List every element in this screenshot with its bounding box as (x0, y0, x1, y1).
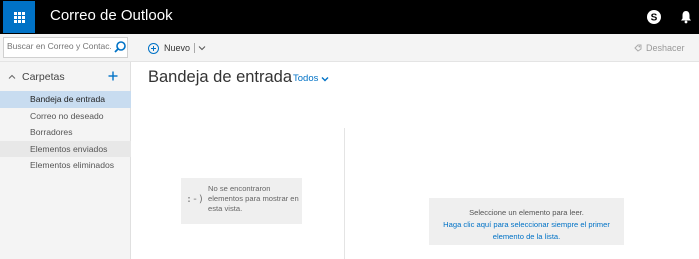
svg-text:S: S (651, 13, 658, 24)
new-message-label: Nuevo (164, 43, 191, 53)
bell-icon (681, 11, 691, 24)
smiley-icon: :-) (186, 194, 205, 205)
skype-icon: S (647, 10, 661, 24)
folder-item-drafts[interactable]: Borradores (0, 124, 131, 141)
filter-label: Todos (293, 73, 319, 84)
search-icon[interactable] (113, 40, 127, 54)
folder-item-sent[interactable]: Elementos enviados (0, 140, 131, 157)
command-bar: Nuevo Deshacer (0, 34, 699, 62)
notifications-button[interactable] (677, 8, 695, 26)
folder-item-inbox[interactable]: Bandeja de entrada (0, 91, 131, 108)
folders-title: Carpetas (22, 71, 65, 83)
folder-pane: Carpetas Bandeja de entrada Correo no de… (0, 62, 131, 259)
top-bar: Correo de Outlook S (0, 0, 699, 34)
search-input[interactable] (7, 41, 111, 51)
folder-item-junk[interactable]: Correo no deseado (0, 108, 131, 125)
search-box[interactable] (3, 37, 128, 58)
chevron-down-icon[interactable] (198, 44, 206, 52)
chevron-down-icon (321, 76, 329, 81)
page-title: Bandeja de entrada (148, 68, 293, 86)
add-folder-icon[interactable] (107, 70, 119, 82)
reading-pane-message: Seleccione un elemento para leer. Haga c… (429, 198, 624, 245)
app-launcher-button[interactable] (3, 1, 35, 33)
plus-circle-icon (148, 42, 159, 54)
separator (194, 43, 196, 53)
undo-button[interactable]: Deshacer (633, 41, 685, 55)
empty-list-message: :-) No se encontraron elementos para mos… (181, 178, 302, 224)
empty-list-text: No se encontraron elementos para mostrar… (208, 184, 299, 213)
undo-label: Deshacer (646, 43, 685, 53)
undo-icon (634, 44, 642, 52)
folders-header[interactable]: Carpetas (8, 71, 65, 83)
filter-dropdown[interactable]: Todos (293, 73, 329, 84)
select-first-item-link[interactable]: Haga clic aquí para seleccionar siempre … (429, 219, 624, 243)
new-message-button[interactable]: Nuevo (148, 40, 206, 56)
pane-divider (344, 128, 345, 259)
reading-pane-prompt: Seleccione un elemento para leer. (469, 208, 584, 217)
chevron-up-icon (8, 74, 16, 79)
folder-item-deleted[interactable]: Elementos eliminados (0, 157, 131, 174)
skype-button[interactable]: S (645, 8, 663, 26)
folder-list: Bandeja de entrada Correo no deseado Bor… (0, 91, 131, 174)
app-title[interactable]: Correo de Outlook (50, 7, 173, 24)
